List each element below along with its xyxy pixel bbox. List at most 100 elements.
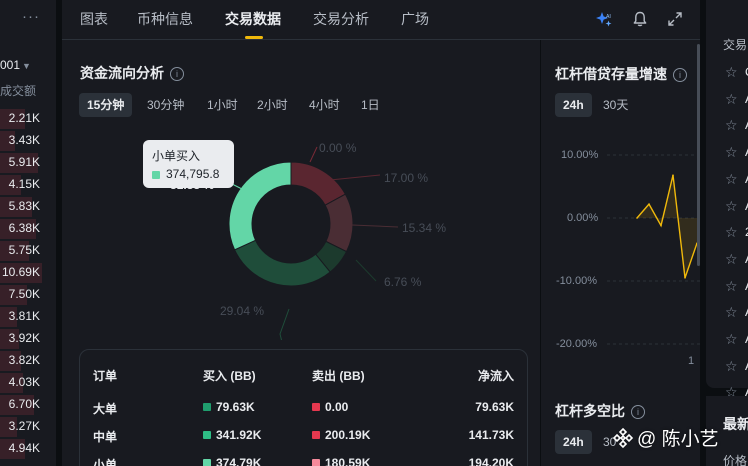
row-small-net: 194.20K (468, 456, 514, 466)
expand-icon[interactable] (666, 10, 684, 28)
row-medium-type: 中单 (93, 430, 118, 444)
orderbook-volume: 3.82K (8, 353, 40, 367)
y-tick: 0.00% (567, 212, 599, 224)
orderbook-row[interactable]: 6.38K (0, 218, 56, 240)
orderbook-row[interactable]: 4.15K (0, 174, 56, 196)
period-4h[interactable]: 4小时 (309, 93, 340, 117)
binance-logo-icon (612, 427, 634, 449)
orderbook-row[interactable]: 4.94K (0, 438, 56, 460)
row-large-buy: 79.63K (203, 400, 255, 414)
donut-tooltip: 小单买入 374,795.8 (143, 140, 234, 188)
buy-swatch (203, 403, 211, 411)
favorite-star-icon[interactable]: ☆ (725, 144, 738, 161)
tab-coin-info[interactable]: 币种信息 (137, 9, 193, 29)
donut-label-small-sell: 15.34 % (402, 221, 447, 235)
favorite-star-icon[interactable]: ☆ (725, 358, 738, 375)
orderbook-row[interactable]: 10.69K (0, 262, 56, 284)
leader-large-buy (355, 259, 377, 282)
margin-period-24h[interactable]: 24h (555, 93, 592, 117)
favorite-star-icon[interactable]: ☆ (725, 117, 738, 134)
favorite-star-icon[interactable]: ☆ (725, 64, 738, 81)
favorite-star-icon[interactable]: ☆ (725, 91, 738, 108)
orderbook-row[interactable]: 2.21K (0, 108, 56, 130)
period-2h[interactable]: 2小时 (257, 93, 288, 117)
orderbook-row[interactable]: 3.92K (0, 328, 56, 350)
slice-medium-buy[interactable] (233, 239, 331, 287)
watermark: @ 陈小艺 (612, 424, 719, 451)
more-icon[interactable]: ··· (22, 8, 40, 25)
data-point (684, 277, 686, 279)
y-tick: 10.00% (561, 149, 599, 161)
period-1d[interactable]: 1日 (361, 93, 380, 117)
bell-icon[interactable] (631, 10, 649, 28)
tooltip-title: 小单买入 (152, 149, 201, 163)
leader-large-sell (309, 146, 318, 163)
favorite-star-icon[interactable]: ☆ (725, 251, 738, 268)
favorite-star-icon[interactable]: ☆ (725, 331, 738, 348)
orderbook-row[interactable]: 3.81K (0, 306, 56, 328)
info-icon[interactable]: i (170, 67, 184, 81)
donut-label-large-sell: 0.00 % (319, 141, 357, 155)
caret-down-icon: ▼ (22, 61, 31, 71)
tab-chart[interactable]: 图表 (80, 9, 108, 29)
period-30m[interactable]: 30分钟 (147, 93, 184, 117)
long-short-period-24h[interactable]: 24h (555, 430, 592, 454)
orderbook-volume: 5.83K (8, 199, 40, 213)
info-icon[interactable]: i (673, 68, 687, 82)
data-point (672, 174, 674, 176)
orderbook-volume: 5.75K (8, 243, 40, 257)
watermark-text: @ 陈小艺 (637, 429, 719, 450)
long-short-title-text: 杠杆多空比 (555, 403, 625, 419)
margin-growth-line-chart[interactable] (607, 140, 700, 354)
info-icon[interactable]: i (631, 405, 645, 419)
sell-swatch (312, 431, 320, 439)
data-point (660, 224, 662, 227)
orderbook-panel: ··· 001 ▼ 成交额 2.21K 3.43K 5.91K 4.15K 5.83K 6.… (0, 0, 56, 466)
order-flow-table: 订单 买入 (BB) 卖出 (BB) 净流入 大单 79.63K 0.00 79… (79, 349, 528, 466)
orderbook-row[interactable]: 3.27K (0, 416, 56, 438)
orderbook-volume: 3.27K (8, 419, 40, 433)
orderbook-volume: 3.81K (8, 309, 40, 323)
leader-medium-sell (329, 174, 381, 181)
orderbook-row[interactable]: 4.03K (0, 372, 56, 394)
favorite-star-icon[interactable]: ☆ (725, 224, 738, 241)
col-header-order: 订单 (93, 369, 118, 383)
data-point (636, 217, 638, 219)
precision-value: 001 (0, 58, 21, 72)
market-list-panel: 交易 ☆C☆A☆A☆A☆A☆A☆2☆A☆A☆A☆A☆A☆A (706, 0, 748, 400)
tooltip-value: 374,795.8 (166, 167, 220, 181)
favorite-star-icon[interactable]: ☆ (725, 198, 738, 215)
margin-period-30d[interactable]: 30天 (603, 93, 628, 117)
x-tick: 1 (688, 355, 695, 367)
ai-sparkle-icon[interactable]: AI (595, 10, 613, 28)
row-large-type: 大单 (93, 402, 118, 416)
volume-header: 成交额 (0, 84, 37, 98)
row-medium-sell-value: 200.19K (325, 428, 371, 442)
orderbook-volume: 4.03K (8, 375, 40, 389)
orderbook-row[interactable]: 6.70K (0, 394, 56, 416)
period-1h[interactable]: 1小时 (207, 93, 238, 117)
capital-flow-donut-chart[interactable] (62, 120, 532, 340)
svg-text:AI: AI (606, 14, 611, 20)
tab-trading-data[interactable]: 交易数据 (225, 9, 281, 29)
precision-selector[interactable]: 001 ▼ (0, 58, 31, 72)
favorite-star-icon[interactable]: ☆ (725, 304, 738, 321)
tab-square[interactable]: 广场 (401, 9, 429, 29)
orderbook-row[interactable]: 5.83K (0, 196, 56, 218)
orderbook-volume: 4.94K (8, 441, 40, 455)
favorite-star-icon[interactable]: ☆ (725, 171, 738, 188)
orderbook-row[interactable]: 5.91K (0, 152, 56, 174)
orderbook-row[interactable]: 3.43K (0, 130, 56, 152)
slice-small-buy[interactable] (228, 161, 292, 251)
period-15m[interactable]: 15分钟 (79, 93, 133, 117)
orderbook-row[interactable]: 3.82K (0, 350, 56, 372)
orderbook-row[interactable]: 7.50K (0, 284, 56, 306)
row-large-buy-value: 79.63K (216, 400, 255, 414)
sell-swatch (312, 403, 320, 411)
orderbook-volume: 7.50K (8, 287, 40, 301)
row-small-buy-value: 374.79K (216, 456, 262, 466)
leader-small-sell (351, 224, 399, 228)
orderbook-row[interactable]: 5.75K (0, 240, 56, 262)
favorite-star-icon[interactable]: ☆ (725, 278, 738, 295)
tab-trading-analysis[interactable]: 交易分析 (313, 9, 369, 29)
